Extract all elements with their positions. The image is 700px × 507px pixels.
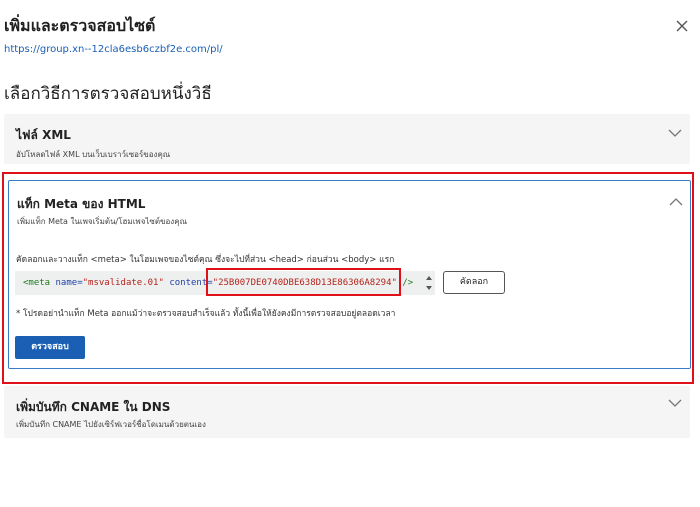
content-highlight-frame [206,268,401,296]
dialog-title: เพิ่มและตรวจสอบไซต์ [4,16,156,35]
method-xml-title: ไฟล์ XML [16,128,71,142]
chevron-down-icon[interactable] [668,398,682,408]
method-cname-title: เพิ่มบันทึก CNAME ใน DNS [16,400,171,414]
code-name-value: "msvalidate.01" [82,278,164,288]
meta-note: * โปรดอย่านำแท็ก Meta ออกแม้ว่าจะตรวจสอบ… [16,309,396,319]
scroll-arrows-icon[interactable] [425,274,433,292]
code-close-tag: /> [402,278,414,288]
copy-button[interactable]: คัดลอก [443,271,505,294]
verify-button[interactable]: ตรวจสอบ [15,336,85,359]
code-open-tag: <meta [23,278,51,288]
meta-instruction: คัดลอกและวางแท็ก <meta> ในโฮมเพจของไซต์ค… [16,255,395,265]
method-xml-desc: อัปโหลดไฟล์ XML บนเว็บเบราว์เซอร์ของคุณ [16,150,171,159]
method-heading: เลือกวิธีการตรวจสอบหนึ่งวิธี [4,84,212,104]
method-meta-title[interactable]: แท็ก Meta ของ HTML [17,195,145,214]
method-xml-panel[interactable]: ไฟล์ XML อัปโหลดไฟล์ XML บนเว็บเบราว์เซอ… [4,114,690,164]
method-cname-panel[interactable]: เพิ่มบันทึก CNAME ใน DNS เพิ่มบันทึก CNA… [4,386,690,438]
chevron-up-icon[interactable] [669,197,683,207]
site-url: https://group.xn--12cla6esb6czbf2e.com/p… [4,44,223,55]
method-meta-desc: เพิ่มแท็ก Meta ในเพจเริ่มต้น/โฮมเพจไซต์ข… [17,217,187,226]
chevron-down-icon[interactable] [668,128,682,138]
code-name-attr: name= [55,278,83,288]
close-icon[interactable] [674,18,690,34]
method-cname-desc: เพิ่มบันทึก CNAME ไปยังเซิร์ฟเวอร์ชื่อโด… [16,420,206,429]
